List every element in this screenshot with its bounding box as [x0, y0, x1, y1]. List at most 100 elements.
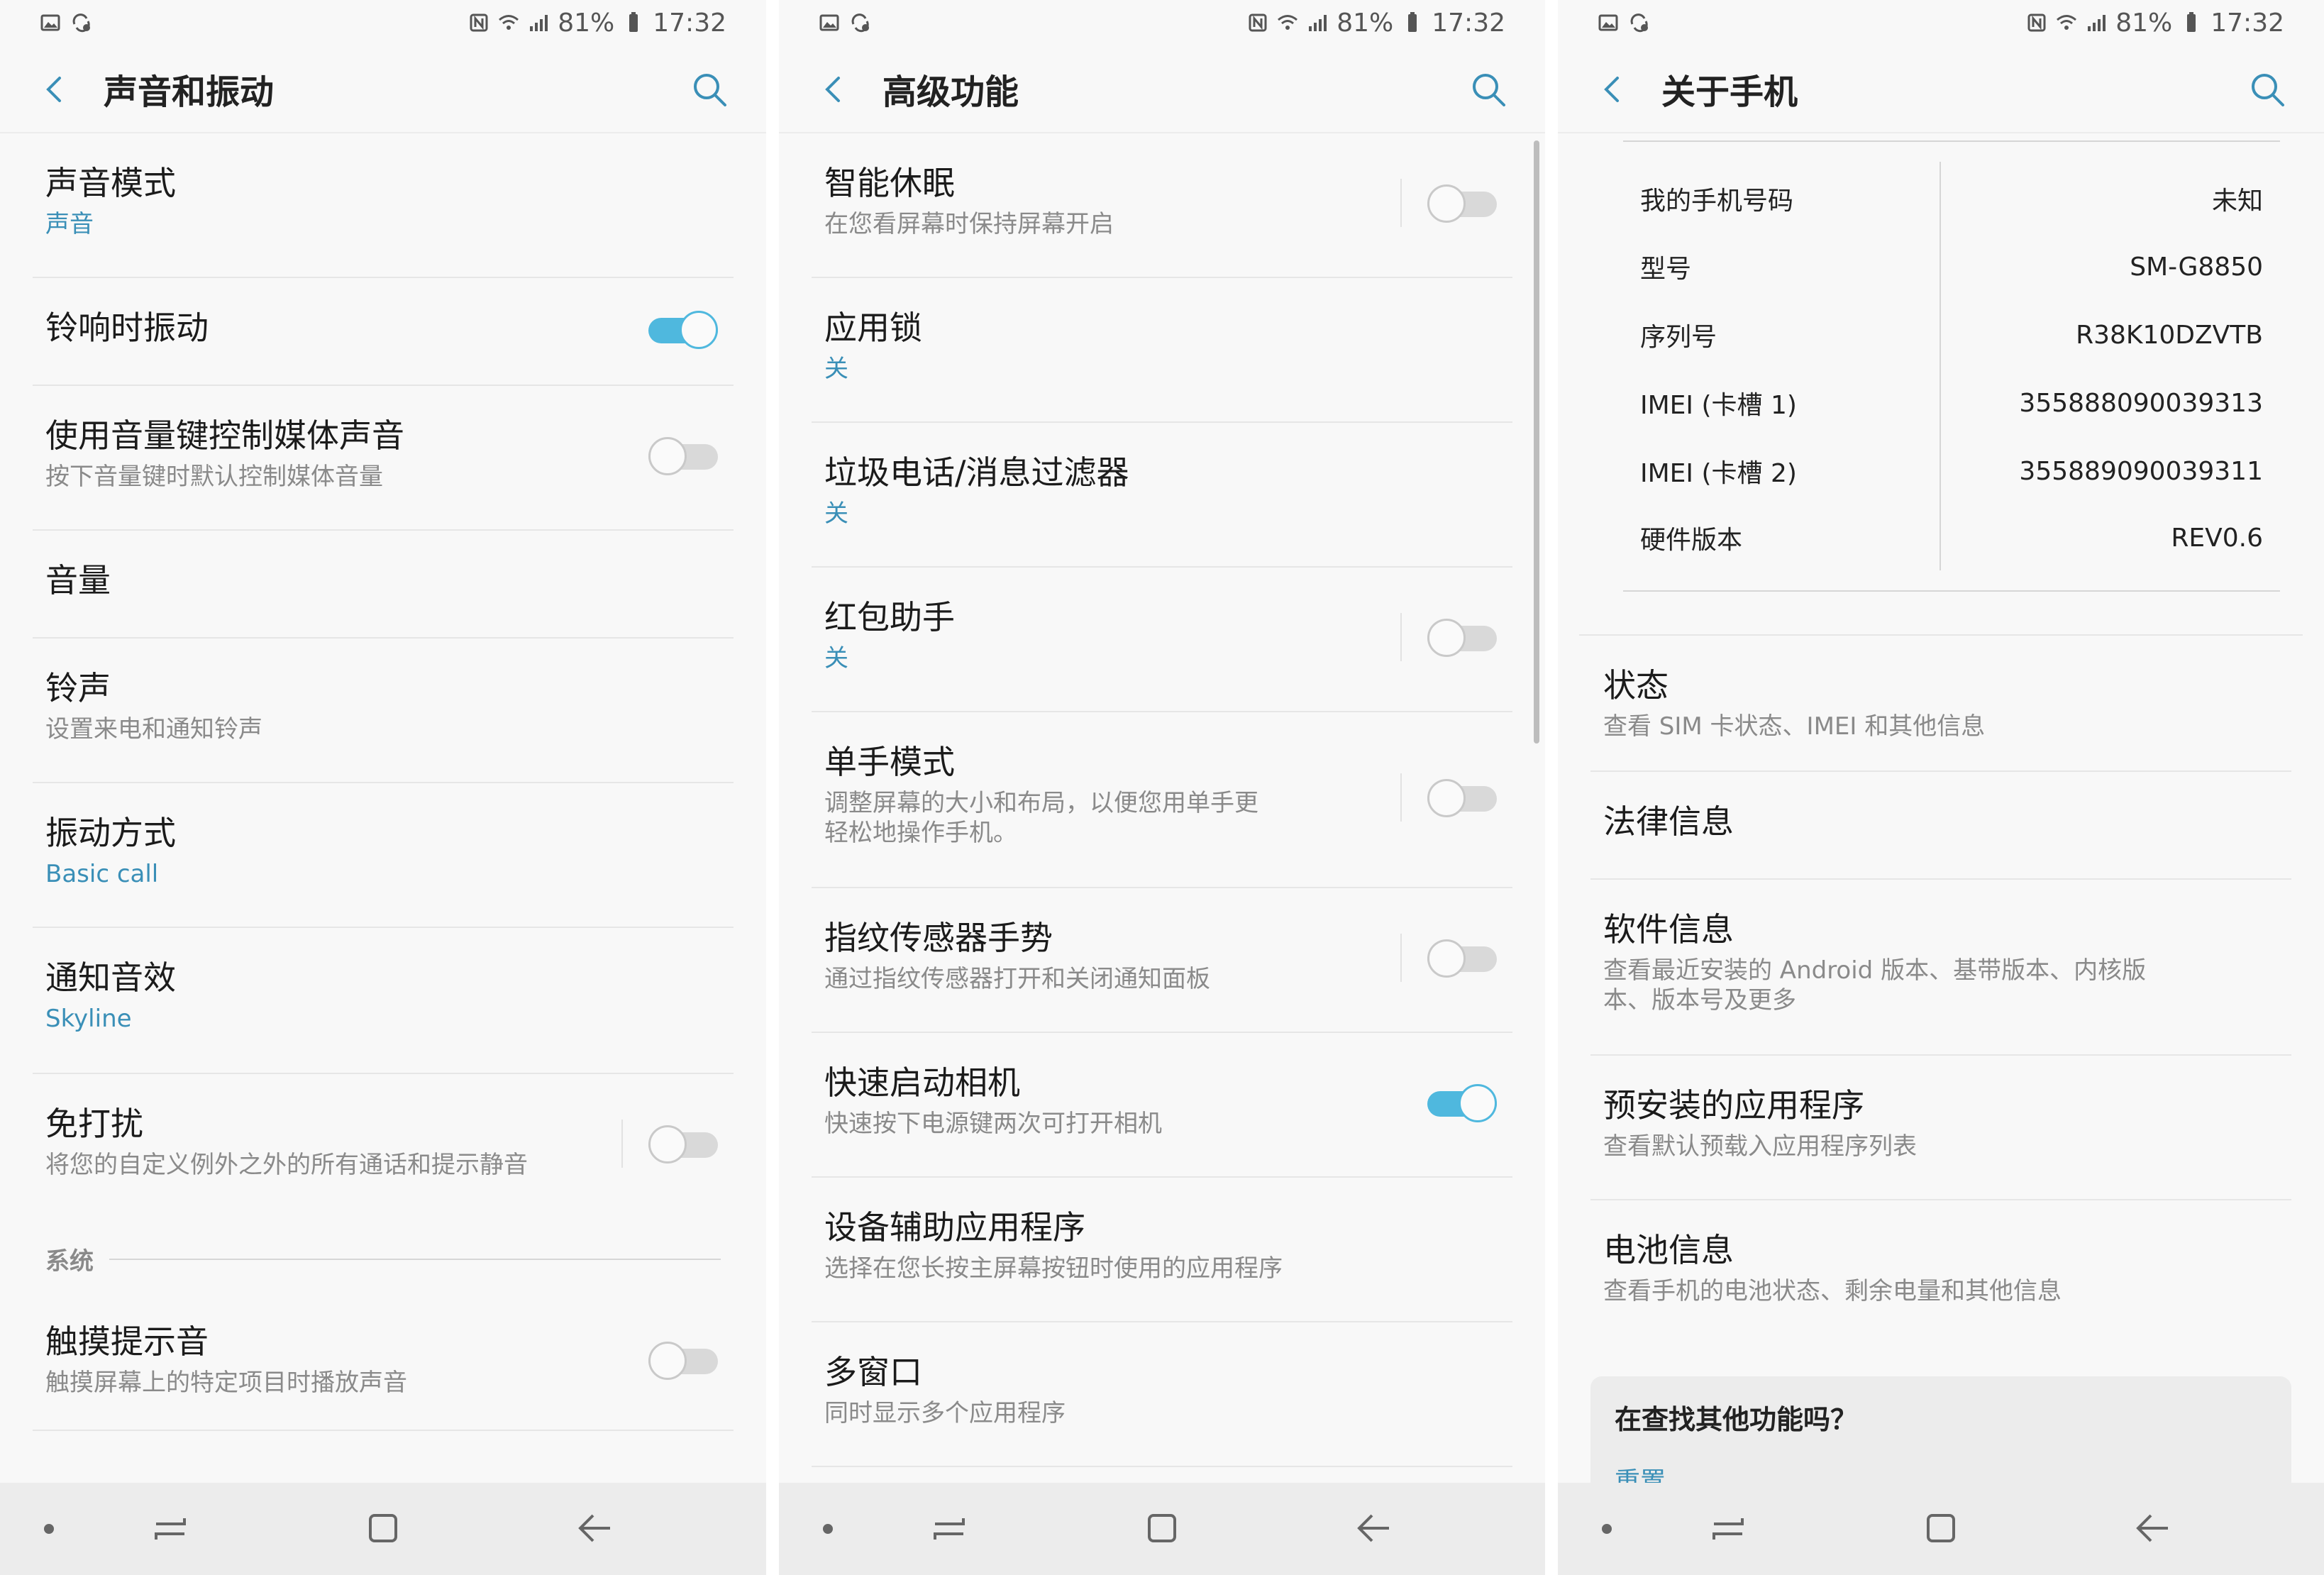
- setting-title: 通知音效: [45, 958, 176, 997]
- setting-description: 同时显示多个应用程序: [824, 1398, 1066, 1427]
- nav-hide-dot[interactable]: [44, 1524, 54, 1534]
- setting-description-line1: 调整屏幕的大小和布局，以便您用单手更: [824, 788, 1258, 817]
- gallery-notification-icon: [40, 14, 60, 31]
- sync-notification-icon: [1630, 13, 1648, 33]
- setting-title: 设备辅助应用程序: [824, 1208, 1085, 1247]
- smart-stay-toggle[interactable]: [1427, 184, 1497, 223]
- info-value: REV0.6: [2171, 523, 2263, 553]
- setting-title: 单手模式: [824, 743, 955, 781]
- card-title: 在查找其他功能吗？: [1615, 1404, 1858, 1435]
- settings-list: 声音模式 声音 铃响时振动 使用音量键控制媒体声音 按下音量键时默认控制媒体音量…: [0, 133, 766, 1483]
- setting-multi-window[interactable]: 多窗口 同时显示多个应用程序: [812, 1322, 1512, 1467]
- setting-description: 将您的自定义例外之外的所有通话和提示静音: [45, 1150, 528, 1179]
- battery-percent: 81%: [1337, 8, 1394, 38]
- setting-volume-keys-media[interactable]: 使用音量键控制媒体声音 按下音量键时默认控制媒体音量: [33, 386, 734, 531]
- about-preinstalled-apps[interactable]: 预安装的应用程序 查看默认预载入应用程序列表: [1590, 1056, 2291, 1200]
- setting-value: Basic call: [45, 859, 159, 888]
- setting-fingerprint-gestures[interactable]: 指纹传感器手势 通过指纹传感器打开和关闭通知面板: [812, 888, 1512, 1033]
- info-value: SM-G8850: [2130, 252, 2263, 282]
- setting-vibration-pattern[interactable]: 振动方式 Basic call: [33, 783, 734, 928]
- gallery-notification-icon: [1598, 14, 1618, 31]
- setting-do-not-disturb[interactable]: 免打扰 将您的自定义例外之外的所有通话和提示静音: [33, 1074, 734, 1213]
- setting-description: 触摸屏幕上的特定项目时播放声音: [45, 1368, 407, 1397]
- back-arrow-icon[interactable]: [1595, 71, 1632, 108]
- app-bar: 关于手机: [1558, 45, 2324, 133]
- home-icon[interactable]: [365, 1510, 402, 1547]
- info-row-imei2: IMEI (卡槽 2) 355889090039311: [1640, 450, 2263, 492]
- one-handed-mode-toggle[interactable]: [1427, 779, 1497, 817]
- section-header-system: 系统: [33, 1213, 734, 1292]
- setting-title: 快速启动相机: [824, 1063, 1020, 1102]
- search-icon[interactable]: [2247, 70, 2287, 109]
- search-icon[interactable]: [1468, 70, 1508, 109]
- battery-percent: 81%: [2115, 8, 2173, 38]
- wifi-icon: [499, 15, 519, 30]
- nav-back-icon[interactable]: [575, 1510, 614, 1547]
- home-icon[interactable]: [1144, 1510, 1180, 1547]
- setting-quick-launch-camera[interactable]: 快速启动相机 快速按下电源键两次可打开相机: [812, 1033, 1512, 1178]
- setting-title: 振动方式: [45, 814, 176, 852]
- home-icon[interactable]: [1922, 1510, 1959, 1547]
- setting-description: 设置来电和通知铃声: [45, 714, 262, 744]
- setting-title: 指纹传感器手势: [824, 919, 1053, 957]
- setting-device-assistance-app[interactable]: 设备辅助应用程序 选择在您长按主屏幕按钮时使用的应用程序: [812, 1178, 1512, 1322]
- battery-icon: [2187, 12, 2196, 32]
- setting-touch-sounds[interactable]: 触摸提示音 触摸屏幕上的特定项目时播放声音: [33, 1292, 734, 1431]
- back-arrow-icon[interactable]: [37, 71, 74, 108]
- setting-description: 选择在您长按主屏幕按钮时使用的应用程序: [824, 1254, 1283, 1283]
- setting-ringtone[interactable]: 铃声 设置来电和通知铃声: [33, 639, 734, 783]
- nav-back-icon[interactable]: [2132, 1510, 2172, 1547]
- nav-hide-dot[interactable]: [823, 1524, 833, 1534]
- nav-hide-dot[interactable]: [1602, 1524, 1612, 1534]
- page-title: 高级功能: [882, 72, 1019, 112]
- touch-sounds-toggle[interactable]: [648, 1342, 718, 1380]
- setting-description: 在您看屏幕时保持屏幕开启: [824, 209, 1114, 238]
- recent-apps-icon[interactable]: [929, 1511, 969, 1547]
- vibrate-ringing-toggle[interactable]: [648, 311, 718, 349]
- red-packet-toggle[interactable]: [1427, 619, 1497, 657]
- setting-title: 软件信息: [1603, 910, 1734, 949]
- setting-spam-filter[interactable]: 垃圾电话/消息过滤器 关: [812, 423, 1512, 568]
- scrollbar[interactable]: [1534, 140, 1539, 744]
- gallery-notification-icon: [819, 14, 839, 31]
- status-bar: 81% 17:32: [779, 0, 1545, 45]
- info-row-imei1: IMEI (卡槽 1) 355888090039313: [1640, 382, 2263, 424]
- setting-value: 声音: [45, 209, 94, 238]
- about-status[interactable]: 状态 查看 SIM 卡状态、IMEI 和其他信息: [1590, 636, 2291, 772]
- reset-link[interactable]: 重置: [1615, 1461, 2267, 1483]
- nav-back-icon[interactable]: [1354, 1510, 1393, 1547]
- volume-keys-media-toggle[interactable]: [648, 437, 718, 475]
- setting-volume[interactable]: 音量: [33, 531, 734, 639]
- setting-description-line2: 本、版本号及更多: [1603, 986, 1796, 1015]
- setting-sound-mode[interactable]: 声音模式 声音: [33, 133, 734, 278]
- fingerprint-gestures-toggle[interactable]: [1427, 939, 1497, 978]
- info-key: IMEI (卡槽 1): [1640, 391, 1797, 420]
- setting-vibrate-when-ringing[interactable]: 铃响时振动: [33, 278, 734, 386]
- back-arrow-icon[interactable]: [816, 71, 853, 108]
- phone-advanced-features: 81% 17:32 高级功能 智能休眠 在您看屏幕时保持屏幕开启 应用锁 关 垃…: [779, 0, 1545, 1575]
- divider: [1400, 773, 1402, 822]
- signal-icon: [1309, 15, 1327, 31]
- setting-app-lock[interactable]: 应用锁 关: [812, 278, 1512, 423]
- about-legal-info[interactable]: 法律信息: [1590, 772, 2291, 880]
- setting-one-handed-mode[interactable]: 单手模式 调整屏幕的大小和布局，以便您用单手更 轻松地操作手机。: [812, 712, 1512, 888]
- about-software-info[interactable]: 软件信息 查看最近安装的 Android 版本、基带版本、内核版 本、版本号及更…: [1590, 880, 2291, 1056]
- page-title: 声音和振动: [104, 72, 275, 112]
- do-not-disturb-toggle[interactable]: [648, 1125, 718, 1164]
- navigation-bar: [1558, 1483, 2324, 1575]
- setting-red-packet-assistant[interactable]: 红包助手 关: [812, 568, 1512, 712]
- about-battery-info[interactable]: 电池信息 查看手机的电池状态、剩余电量和其他信息: [1590, 1200, 2291, 1345]
- quick-launch-camera-toggle[interactable]: [1427, 1084, 1497, 1122]
- recent-apps-icon[interactable]: [150, 1511, 190, 1547]
- info-key: 硬件版本: [1640, 526, 1743, 555]
- recent-apps-icon[interactable]: [1708, 1511, 1748, 1547]
- sync-notification-icon: [72, 13, 90, 33]
- signal-icon: [530, 15, 548, 31]
- setting-description: 快速按下电源键两次可打开相机: [824, 1109, 1162, 1138]
- setting-title: 法律信息: [1603, 802, 1734, 841]
- setting-notification-sound[interactable]: 通知音效 Skyline: [33, 928, 734, 1074]
- search-icon[interactable]: [690, 70, 729, 109]
- setting-title: 预安装的应用程序: [1603, 1086, 1864, 1124]
- setting-smart-stay[interactable]: 智能休眠 在您看屏幕时保持屏幕开启: [812, 133, 1512, 278]
- clock: 17:32: [1432, 8, 1505, 38]
